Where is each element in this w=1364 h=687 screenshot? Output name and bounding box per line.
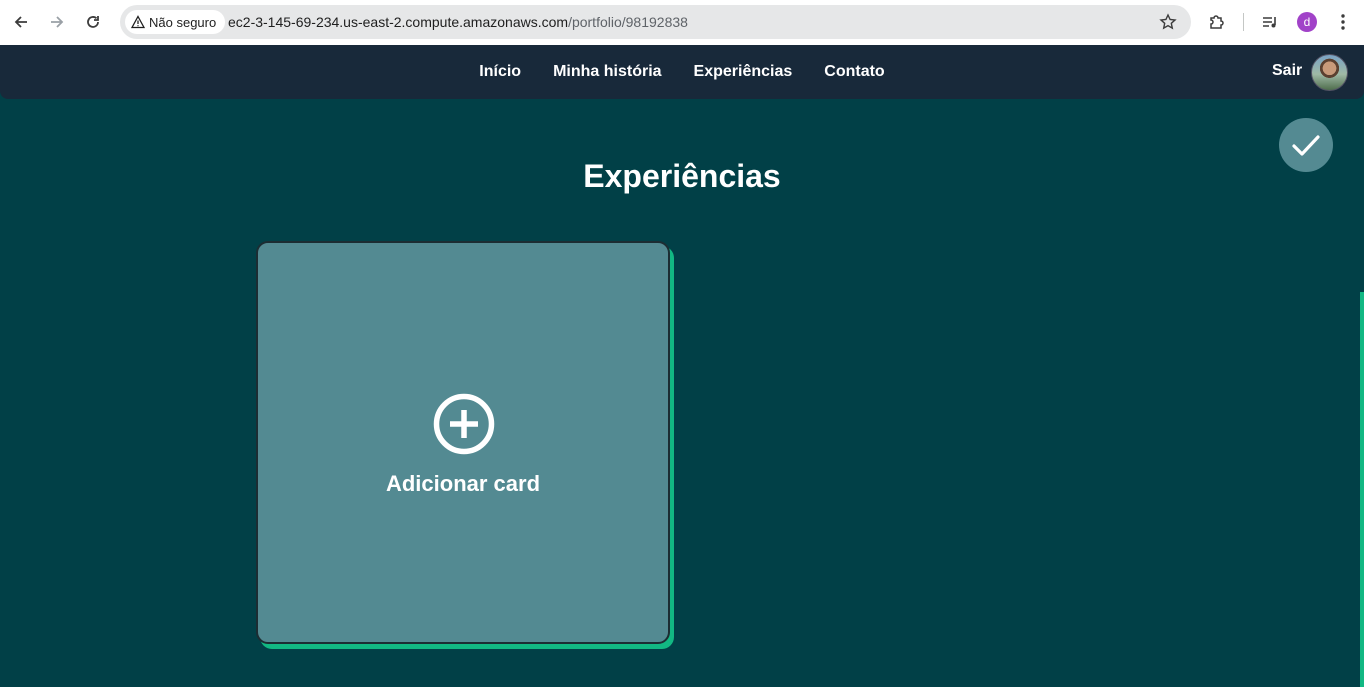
page-title: Experiências [583,158,781,194]
nav-link-inicio[interactable]: Início [479,63,521,81]
puzzle-icon [1210,15,1224,29]
url-path: /portfolio/98192838 [568,14,688,30]
forward-button[interactable] [43,8,71,36]
logout-link[interactable]: Sair [1272,62,1302,80]
browser-toolbar: Não seguro ec2-3-145-69-234.us-east-2.co… [0,0,1364,45]
url-host: ec2-3-145-69-234.us-east-2.compute.amazo… [228,14,569,30]
warning-icon [131,15,145,29]
media-control-button[interactable] [1258,10,1282,34]
browser-menu-button[interactable] [1331,10,1355,34]
site-header: Início Minha história Experiências Conta… [0,45,1364,99]
nav-link-minha-historia[interactable]: Minha história [553,63,661,81]
security-label: Não seguro [149,14,217,30]
kebab-menu-icon [1341,14,1345,30]
address-bar[interactable]: Não seguro ec2-3-145-69-234.us-east-2.co… [120,5,1191,39]
plus-circle-icon [433,393,495,455]
url-text[interactable]: ec2-3-145-69-234.us-east-2.compute.amazo… [228,5,688,39]
scrollbar-thumb[interactable] [1360,292,1364,687]
reload-icon [87,16,99,28]
back-button[interactable] [7,8,35,36]
add-card-button[interactable]: Adicionar card [256,241,670,644]
profile-avatar[interactable]: d [1297,12,1317,32]
bookmark-star-icon[interactable] [1159,13,1177,31]
arrow-left-icon [14,16,27,28]
user-avatar[interactable] [1311,54,1348,91]
reload-button[interactable] [79,8,107,36]
media-queue-icon [1263,17,1276,28]
toolbar-divider [1243,13,1244,31]
main-navigation: Início Minha história Experiências Conta… [0,45,1364,99]
nav-link-contato[interactable]: Contato [824,63,884,81]
security-chip[interactable]: Não seguro [125,10,226,34]
extensions-button[interactable] [1205,10,1229,34]
add-card-label: Adicionar card [385,471,541,496]
checkmark-icon [1292,135,1320,156]
arrow-right-icon [51,16,64,28]
nav-link-experiencias[interactable]: Experiências [694,63,793,81]
